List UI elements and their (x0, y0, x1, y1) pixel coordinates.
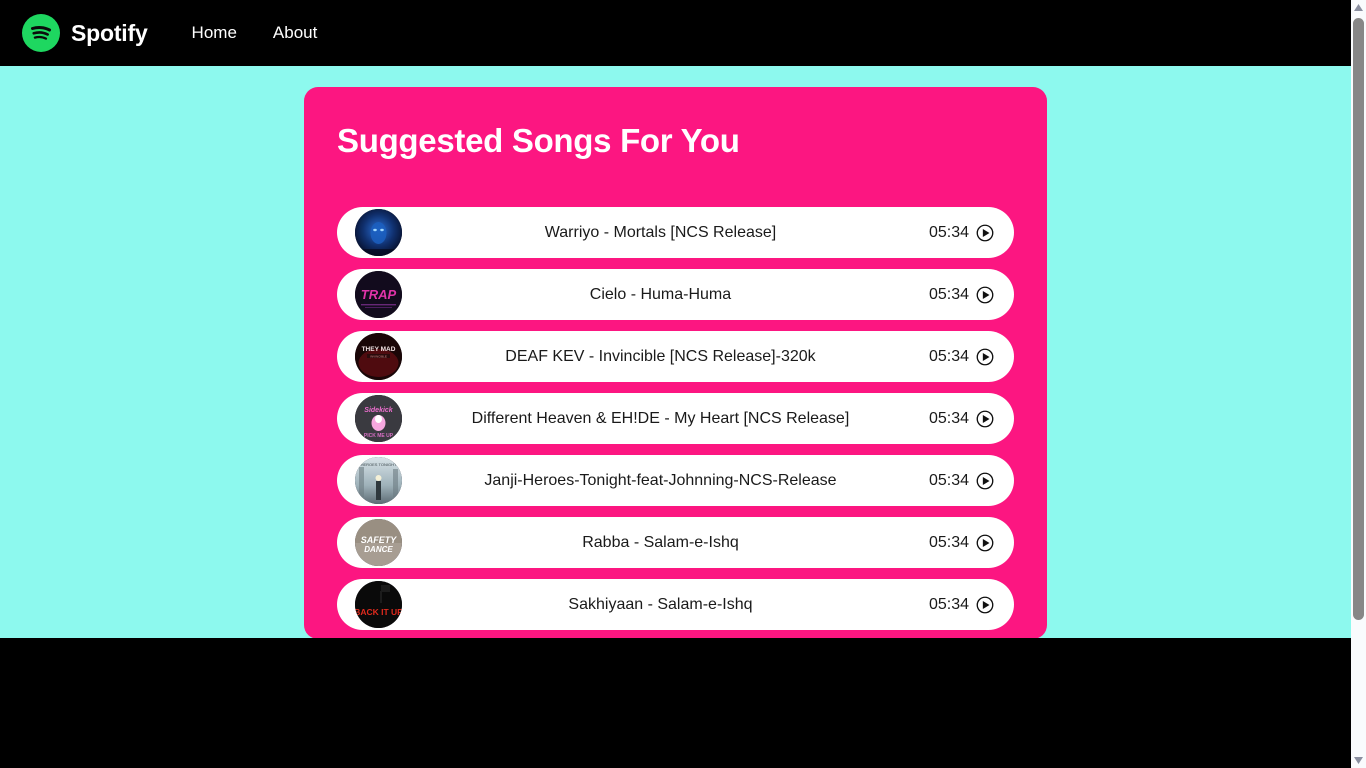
album-art-art-backitup: BACK IT UP (355, 581, 402, 628)
spotify-logo-icon (22, 14, 60, 52)
album-art-art-theymad: THEY MAD INVINCIBLE (355, 333, 402, 380)
song-meta: 05:34 (929, 596, 994, 614)
song-row[interactable]: TRAP Cielo - Huma-Huma 05:34 (337, 269, 1014, 320)
album-art-art-janji: HEROES TONIGHT (355, 457, 402, 504)
song-list: Warriyo - Mortals [NCS Release] 05:34 TRAP… (304, 207, 1047, 630)
scroll-down-arrow-icon[interactable] (1351, 753, 1366, 768)
song-meta: 05:34 (929, 534, 994, 552)
page-scrollbar[interactable] (1351, 0, 1366, 768)
album-art-art-sidekick: Sidekick PICK ME UP (355, 395, 402, 442)
song-title: DEAF KEV - Invincible [NCS Release]-320k (505, 347, 816, 365)
song-duration: 05:34 (928, 533, 969, 551)
svg-text:THEY MAD: THEY MAD (362, 346, 396, 353)
svg-text:HEROES TONIGHT: HEROES TONIGHT (361, 462, 397, 467)
play-circle-icon[interactable] (976, 534, 994, 552)
song-duration: 05:34 (928, 285, 969, 303)
album-art-art-trap: TRAP (355, 271, 402, 318)
suggested-songs-card: Suggested Songs For You Warriyo - Mortal… (304, 87, 1047, 639)
song-row[interactable]: HEROES TONIGHT Janji-Heroes-Tonight-feat-… (337, 455, 1014, 506)
play-circle-icon[interactable] (976, 596, 994, 614)
song-meta: 05:34 (929, 410, 994, 428)
svg-text:BACK IT UP: BACK IT UP (355, 607, 402, 617)
player-bar: Warriyo - Mortals [NCS Release] (0, 638, 1366, 768)
svg-text:TRAP: TRAP (361, 287, 397, 302)
brand-name: Spotify (71, 19, 148, 46)
song-duration: 05:34 (928, 595, 969, 613)
song-title: Janji-Heroes-Tonight-feat-Johnning-NCS-R… (484, 471, 837, 489)
song-meta: 05:34 (929, 348, 994, 366)
nav-link-home[interactable]: Home (192, 23, 237, 43)
play-circle-icon[interactable] (976, 224, 994, 242)
svg-text:Sidekick: Sidekick (364, 407, 394, 414)
nav-links: Home About (192, 23, 318, 43)
svg-text:INVINCIBLE: INVINCIBLE (370, 354, 387, 358)
song-duration: 05:34 (928, 347, 969, 365)
song-duration: 05:34 (928, 409, 969, 427)
svg-text:PICK ME UP: PICK ME UP (364, 433, 394, 439)
song-meta: 05:34 (929, 224, 994, 242)
album-art-art-mortals (355, 209, 402, 256)
page-title: Suggested Songs For You (337, 122, 740, 159)
song-meta: 05:34 (929, 286, 994, 304)
song-meta: 05:34 (929, 472, 994, 490)
scroll-up-arrow-icon[interactable] (1351, 0, 1366, 15)
app-root: Spotify Home About Suggested Songs For Y… (0, 0, 1366, 768)
song-row[interactable]: THEY MAD INVINCIBLE DEAF KEV - Invincible … (337, 331, 1014, 382)
song-title: Different Heaven & EH!DE - My Heart [NCS… (471, 409, 850, 427)
play-circle-icon[interactable] (976, 286, 994, 304)
song-title: Sakhiyaan - Salam-e-Ishq (568, 595, 753, 613)
play-circle-icon[interactable] (976, 410, 994, 428)
play-circle-icon[interactable] (976, 348, 994, 366)
navbar: Spotify Home About (0, 0, 1351, 66)
song-row[interactable]: BACK IT UP Sakhiyaan - Salam-e-Ishq 05:34 (337, 579, 1014, 630)
play-circle-icon[interactable] (976, 472, 994, 490)
song-row[interactable]: Sidekick PICK ME UP Different Heaven & EH!… (337, 393, 1014, 444)
song-title: Warriyo - Mortals [NCS Release] (544, 223, 777, 241)
song-duration: 05:34 (928, 471, 969, 489)
svg-text:DANCE: DANCE (364, 545, 393, 554)
scrollbar-thumb[interactable] (1353, 18, 1364, 620)
song-title: Cielo - Huma-Huma (589, 285, 732, 303)
nav-link-about[interactable]: About (273, 23, 317, 43)
svg-text:SAFETY: SAFETY (361, 535, 398, 545)
song-duration: 05:34 (928, 223, 969, 241)
brand[interactable]: Spotify (22, 14, 148, 52)
song-title: Rabba - Salam-e-Ishq (582, 533, 739, 551)
song-row[interactable]: Warriyo - Mortals [NCS Release] 05:34 (337, 207, 1014, 258)
song-row[interactable]: SAFETY DANCE Rabba - Salam-e-Ishq 05:34 (337, 517, 1014, 568)
album-art-art-safetydance: SAFETY DANCE (355, 519, 402, 566)
